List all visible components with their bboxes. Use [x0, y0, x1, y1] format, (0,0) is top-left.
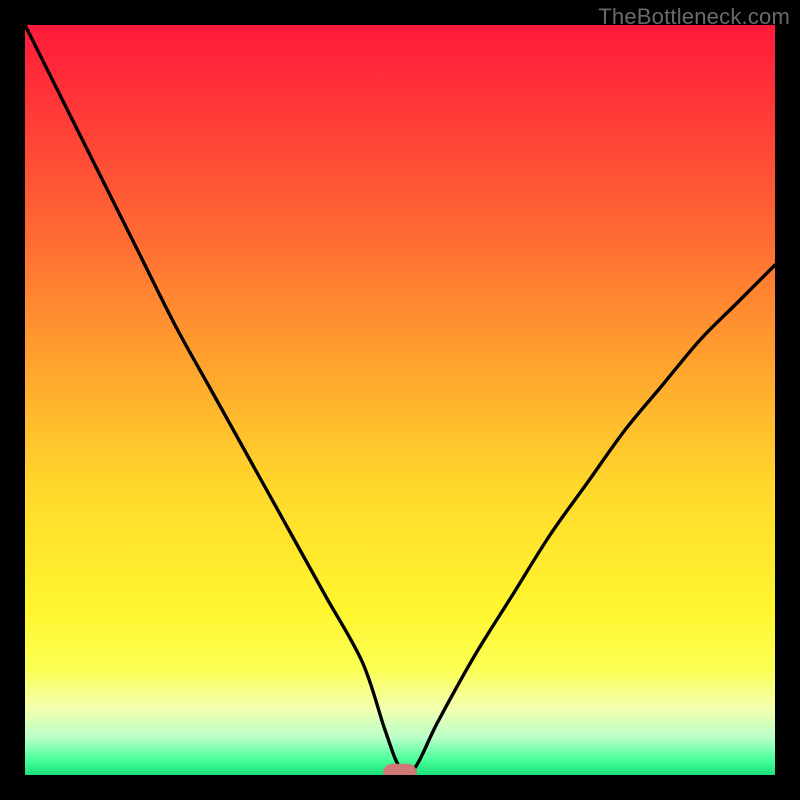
watermark-text: TheBottleneck.com: [598, 4, 790, 30]
optimum-marker: [383, 764, 417, 775]
chart-background: [25, 25, 775, 775]
chart-plot: [25, 25, 775, 775]
chart-frame: TheBottleneck.com: [0, 0, 800, 800]
chart-svg: [25, 25, 775, 775]
